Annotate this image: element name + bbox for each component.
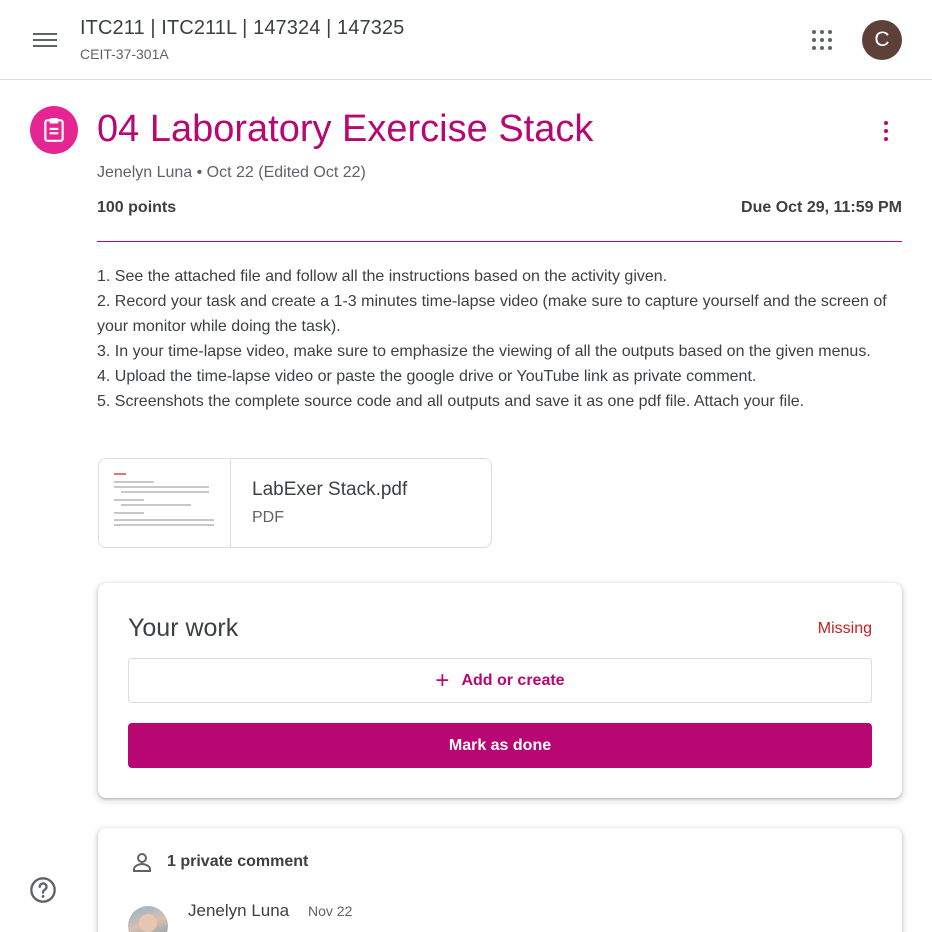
hamburger-menu-icon[interactable] [21,24,69,56]
plus-icon: + [435,666,450,694]
commenter-name: Jenelyn Luna [188,901,290,920]
assignment-points: 100 points [97,199,177,216]
private-comment-count[interactable]: 1 private comment [167,853,308,871]
assignment-meta: Jenelyn Luna • Oct 22 (Edited Oct 22) [97,164,366,181]
commenter-avatar [128,906,168,932]
help-icon[interactable] [29,876,57,904]
class-title[interactable]: ITC211 | ITC211L | 147324 | 147325 [80,17,404,40]
class-section: CEIT-37-301A [80,46,169,62]
attachment-card[interactable]: LabExer Stack.pdf PDF [98,458,492,548]
attachment-name[interactable]: LabExer Stack.pdf [252,479,407,501]
comment-date: Nov 22 [308,903,353,919]
private-comments-card: 1 private comment Jenelyn Luna Nov 22 [98,828,902,932]
google-apps-icon[interactable] [806,24,838,56]
add-or-create-label: Add or create [461,671,565,689]
your-work-card: Your work Missing + Add or create Mark a… [98,583,902,798]
attachment-type: PDF [252,509,284,526]
assignment-clipboard-icon [30,106,78,154]
assignment-title: 04 Laboratory Exercise Stack [97,108,594,150]
add-or-create-button[interactable]: + Add or create [128,658,872,703]
your-work-title: Your work [128,614,239,642]
account-avatar[interactable]: C [862,20,902,60]
due-date: Due Oct 29, 11:59 PM [741,199,902,216]
instruction-line: 4. Upload the time-lapse video or paste … [97,368,757,385]
title-divider [97,241,902,242]
assignment-instructions: 1. See the attached file and follow all … [97,264,907,414]
instruction-line: 3. In your time-lapse video, make sure t… [97,343,871,360]
status-badge: Missing [817,620,872,637]
instruction-line: 2. Record your task and create a 1-3 min… [97,293,887,335]
top-app-bar: ITC211 | ITC211L | 147324 | 147325 CEIT-… [0,0,932,80]
pdf-thumbnail [99,459,231,547]
more-options-icon[interactable] [870,114,902,150]
mark-as-done-button[interactable]: Mark as done [128,723,872,768]
person-icon [133,853,151,872]
instruction-line: 1. See the attached file and follow all … [97,268,668,285]
instruction-line: 5. Screenshots the complete source code … [97,393,805,410]
